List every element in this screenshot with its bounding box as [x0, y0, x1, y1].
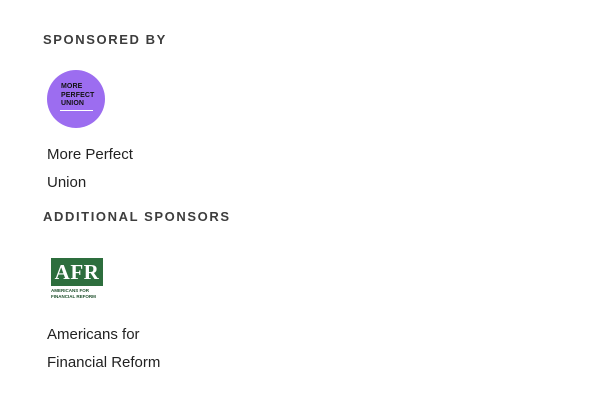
sponsor-more-perfect-union-link[interactable]: MORE PERFECT UNION More Perfect Union	[47, 70, 167, 197]
afr-logo: AFR AMERICANS FOR FINANCIAL REFORM	[47, 248, 107, 308]
more-perfect-union-logo-text: MORE PERFECT UNION	[61, 83, 95, 107]
sponsor-name-line: Union	[47, 174, 87, 191]
afr-logo-wordmark: AFR	[51, 258, 103, 286]
sponsor-americans-for-financial-reform-link[interactable]: AFR AMERICANS FOR FINANCIAL REFORM Ameri…	[47, 248, 187, 377]
sponsor-name-line: More Perfect	[47, 146, 133, 163]
sponsor-name-line: Americans for	[47, 326, 140, 343]
sponsor-name: More Perfect Union	[47, 141, 167, 197]
sponsor-name: Americans for Financial Reform	[47, 321, 187, 377]
logo-underline	[60, 110, 93, 111]
more-perfect-union-logo: MORE PERFECT UNION	[47, 70, 105, 128]
additional-sponsors-heading: ADDITIONAL SPONSORS	[43, 209, 231, 224]
sponsors-page: SPONSORED BY MORE PERFECT UNION More Per…	[0, 0, 600, 400]
sponsored-by-heading: SPONSORED BY	[43, 32, 167, 47]
sponsor-name-line: Financial Reform	[47, 354, 161, 371]
afr-logo-subtitle: AMERICANS FOR FINANCIAL REFORM	[51, 288, 96, 299]
